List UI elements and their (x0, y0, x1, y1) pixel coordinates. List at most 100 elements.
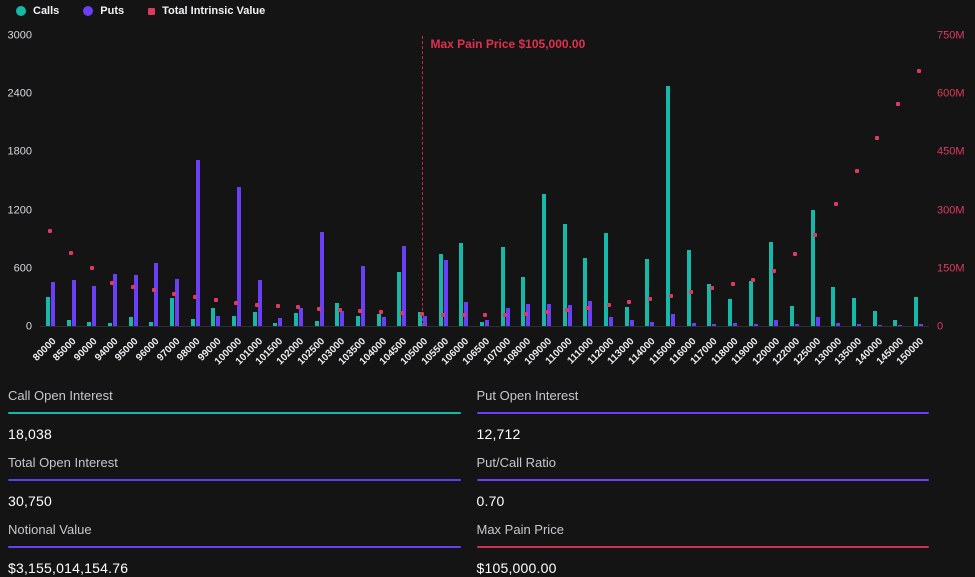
call-bar[interactable] (335, 303, 339, 326)
put-bar[interactable] (51, 282, 55, 326)
call-bar[interactable] (211, 308, 215, 326)
bar-group-120000[interactable] (764, 36, 785, 326)
bar-group-85000[interactable] (61, 36, 82, 326)
call-bar[interactable] (232, 316, 236, 326)
put-bar[interactable] (340, 311, 344, 326)
bar-group-108000[interactable] (516, 36, 537, 326)
put-bar[interactable] (361, 266, 365, 326)
intrinsic-value-point[interactable] (648, 297, 652, 301)
intrinsic-value-point[interactable] (379, 310, 383, 314)
intrinsic-value-point[interactable] (545, 310, 549, 314)
bar-group-113000[interactable] (619, 36, 640, 326)
put-bar[interactable] (671, 314, 675, 326)
intrinsic-value-point[interactable] (338, 308, 342, 312)
intrinsic-value-point[interactable] (234, 301, 238, 305)
bar-group-100000[interactable] (226, 36, 247, 326)
bar-group-135000[interactable] (846, 36, 867, 326)
bar-group-105500[interactable] (433, 36, 454, 326)
put-bar[interactable] (547, 304, 551, 326)
call-bar[interactable] (666, 86, 670, 326)
intrinsic-value-point[interactable] (689, 290, 693, 294)
bar-group-111000[interactable] (578, 36, 599, 326)
call-bar[interactable] (87, 322, 91, 326)
intrinsic-value-point[interactable] (751, 278, 755, 282)
intrinsic-value-point[interactable] (276, 304, 280, 308)
bar-group-106000[interactable] (453, 36, 474, 326)
intrinsic-value-point[interactable] (607, 303, 611, 307)
call-bar[interactable] (769, 242, 773, 326)
call-bar[interactable] (397, 272, 401, 326)
put-bar[interactable] (630, 320, 634, 326)
bar-group-140000[interactable] (867, 36, 888, 326)
intrinsic-value-point[interactable] (917, 69, 921, 73)
call-bar[interactable] (129, 317, 133, 326)
intrinsic-value-point[interactable] (214, 298, 218, 302)
intrinsic-value-point[interactable] (462, 313, 466, 317)
intrinsic-value-point[interactable] (896, 102, 900, 106)
call-bar[interactable] (46, 297, 50, 326)
legend-item-calls[interactable]: Calls (16, 5, 59, 17)
call-bar[interactable] (583, 258, 587, 326)
bar-group-90000[interactable] (81, 36, 102, 326)
put-bar[interactable] (423, 316, 427, 326)
bar-group-145000[interactable] (888, 36, 909, 326)
put-bar[interactable] (237, 187, 241, 326)
put-bar[interactable] (692, 323, 696, 326)
intrinsic-value-point[interactable] (110, 281, 114, 285)
call-bar[interactable] (811, 210, 815, 326)
intrinsic-value-point[interactable] (358, 309, 362, 313)
bar-group-103000[interactable] (329, 36, 350, 326)
put-bar[interactable] (836, 323, 840, 326)
bar-group-95000[interactable] (123, 36, 144, 326)
intrinsic-value-point[interactable] (731, 282, 735, 286)
bar-group-96000[interactable] (143, 36, 164, 326)
call-bar[interactable] (273, 323, 277, 326)
plot-area[interactable]: Max Pain Price $105,000.00 (40, 36, 929, 327)
bar-group-110000[interactable] (557, 36, 578, 326)
bar-group-116000[interactable] (681, 36, 702, 326)
bar-group-99000[interactable] (205, 36, 226, 326)
bar-group-103500[interactable] (350, 36, 371, 326)
put-bar[interactable] (134, 275, 138, 326)
call-bar[interactable] (170, 298, 174, 326)
call-bar[interactable] (356, 316, 360, 326)
intrinsic-value-point[interactable] (855, 169, 859, 173)
call-bar[interactable] (914, 297, 918, 326)
intrinsic-value-point[interactable] (317, 307, 321, 311)
intrinsic-value-point[interactable] (296, 305, 300, 309)
intrinsic-value-point[interactable] (710, 286, 714, 290)
call-bar[interactable] (873, 311, 877, 326)
bar-group-130000[interactable] (826, 36, 847, 326)
bar-group-80000[interactable] (40, 36, 61, 326)
intrinsic-value-point[interactable] (627, 300, 631, 304)
call-bar[interactable] (149, 322, 153, 326)
put-bar[interactable] (72, 280, 76, 326)
call-bar[interactable] (521, 277, 525, 326)
bar-group-125000[interactable] (805, 36, 826, 326)
intrinsic-value-point[interactable] (400, 311, 404, 315)
bar-group-104500[interactable] (391, 36, 412, 326)
call-bar[interactable] (790, 306, 794, 326)
intrinsic-value-point[interactable] (69, 251, 73, 255)
put-bar[interactable] (609, 317, 613, 326)
call-bar[interactable] (625, 307, 629, 326)
call-bar[interactable] (645, 259, 649, 326)
bar-group-104000[interactable] (371, 36, 392, 326)
intrinsic-value-point[interactable] (875, 136, 879, 140)
put-bar[interactable] (485, 320, 489, 326)
intrinsic-value-point[interactable] (152, 288, 156, 292)
bar-group-97000[interactable] (164, 36, 185, 326)
call-bar[interactable] (831, 287, 835, 326)
call-bar[interactable] (604, 233, 608, 326)
put-bar[interactable] (878, 325, 882, 326)
intrinsic-value-point[interactable] (420, 312, 424, 316)
call-bar[interactable] (707, 284, 711, 326)
call-bar[interactable] (728, 299, 732, 326)
intrinsic-value-point[interactable] (834, 202, 838, 206)
intrinsic-value-point[interactable] (483, 313, 487, 317)
bar-group-109000[interactable] (536, 36, 557, 326)
bar-group-105000[interactable] (412, 36, 433, 326)
bar-group-119000[interactable] (743, 36, 764, 326)
intrinsic-value-point[interactable] (813, 233, 817, 237)
put-bar[interactable] (299, 308, 303, 326)
